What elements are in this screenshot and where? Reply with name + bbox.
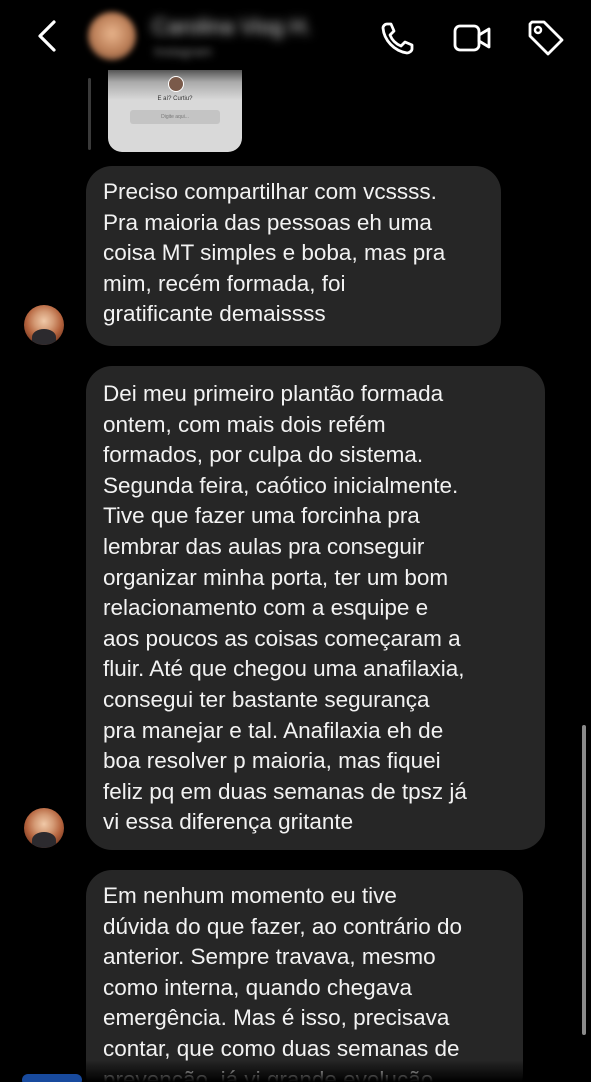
story-question: E aí? Curtiu? [157,96,193,102]
sender-avatar[interactable] [24,305,64,345]
replied-story-preview[interactable]: E aí? Curtiu? Digite aqui... [108,70,242,152]
message-bubble[interactable]: Preciso compartilhar com vcssss. Pra mai… [86,166,501,346]
contact-avatar[interactable] [88,12,136,60]
message-bubble[interactable]: Dei meu primeiro plantão formada ontem, … [86,366,545,850]
back-arrow-icon[interactable] [30,16,66,56]
sender-avatar[interactable] [24,808,64,848]
tag-icon[interactable] [526,18,566,58]
chat-screen: Carolina Viog H. Instagram E aí? Curtiu?… [0,0,591,1082]
bottom-fade [0,1060,591,1082]
video-camera-icon[interactable] [452,18,492,58]
contact-name[interactable]: Carolina Viog H. [152,14,312,40]
story-input: Digite aqui... [130,110,220,124]
reply-indicator-line [88,78,91,150]
phone-icon[interactable] [378,18,418,58]
message-bubble[interactable]: Em nenhum momento eu tive dúvida do que … [86,870,523,1082]
contact-status: Instagram [154,44,212,59]
story-avatar [168,76,184,92]
scrollbar[interactable] [582,725,586,1035]
message-composer-edge[interactable] [22,1074,82,1082]
chat-header: Carolina Viog H. Instagram [0,0,591,76]
